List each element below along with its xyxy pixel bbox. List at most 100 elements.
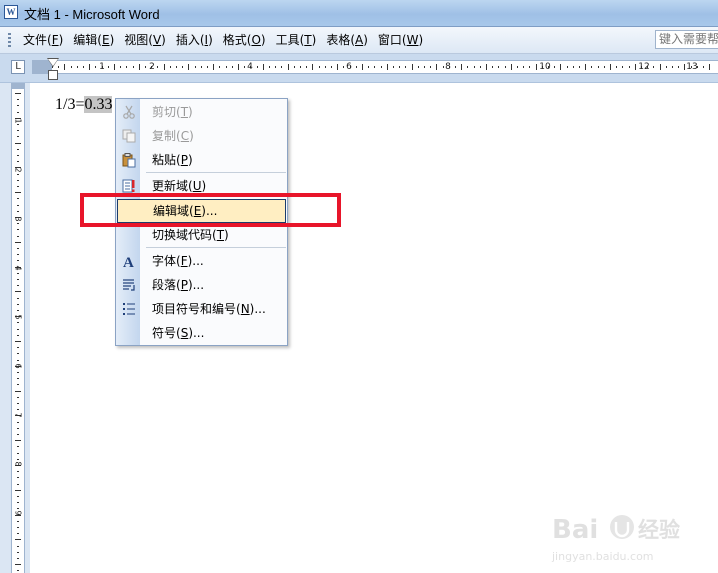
ruler-tick: [678, 66, 680, 68]
ruler-tick: [17, 359, 19, 361]
ruler-tick: [442, 66, 444, 68]
indent-marker-handle[interactable]: [47, 58, 59, 83]
ruler-tick: [15, 341, 21, 342]
menu-view[interactable]: 视图(V): [119, 27, 171, 53]
menu-insert[interactable]: 插入(I): [171, 27, 218, 53]
menu-edit[interactable]: 编辑(E): [68, 27, 119, 53]
ruler-tick: [17, 471, 19, 473]
ruler-tick: [64, 64, 66, 70]
ruler-tick: [15, 192, 21, 194]
ruler-tick: [89, 64, 91, 70]
ruler-tick: [486, 64, 487, 70]
ruler-tick: [684, 64, 686, 70]
ruler-tick: [461, 64, 463, 70]
ruler-tick: [238, 64, 239, 70]
ruler-tick: [17, 347, 19, 349]
ruler-tick: [17, 179, 19, 181]
ruler-tick: [15, 142, 21, 144]
vertical-ruler[interactable]: 1 2 3 4 5 6 7 8 9: [11, 83, 25, 573]
menu-format[interactable]: 格式(O): [218, 27, 271, 53]
menu-item-font[interactable]: A 字体(F)...: [116, 249, 287, 273]
ruler-tick: [293, 66, 295, 68]
ruler-tick: [368, 66, 370, 68]
menu-item-paste[interactable]: 粘贴(P): [116, 148, 287, 172]
ruler-tick: [17, 297, 19, 299]
ruler-number: 2: [149, 62, 155, 72]
ruler-tick: [467, 66, 469, 68]
menu-item-copy[interactable]: 复制(C): [116, 124, 287, 148]
horizontal-ruler[interactable]: 1 2 4 6 8 10 12 13: [32, 60, 718, 74]
ruler-tick: [15, 390, 21, 392]
ruler-tick: [70, 66, 72, 68]
menu-item-bullets-numbering[interactable]: 项目符号和编号(N)...: [116, 297, 287, 321]
ruler-tick: [17, 272, 19, 274]
ruler-tick: [17, 558, 19, 559]
scissors-icon: [123, 105, 135, 119]
ruler-tick: [324, 66, 326, 68]
ruler-tick: [207, 66, 208, 68]
ruler-tick: [17, 248, 19, 249]
ruler-tick: [510, 64, 512, 70]
ruler-tick: [585, 64, 587, 70]
ruler-tick: [492, 66, 494, 68]
ruler-tick: [17, 198, 19, 200]
ruler-tick: [300, 66, 301, 68]
ruler-tick: [17, 533, 19, 535]
menu-file[interactable]: 文件(F): [18, 27, 68, 53]
copy-icon: [122, 129, 136, 143]
ruler-tick: [17, 403, 19, 404]
ruler-tick: [343, 66, 345, 68]
ruler-tick: [17, 186, 19, 187]
ruler-tick: [523, 66, 525, 68]
ruler-tick: [579, 66, 580, 68]
document-text[interactable]: 1/3=0.33: [55, 95, 113, 115]
menu-table[interactable]: 表格(A): [321, 27, 373, 53]
ruler-tick: [504, 66, 506, 68]
ruler-tick: [188, 64, 190, 70]
menu-item-symbol[interactable]: 符号(S)...: [116, 321, 287, 345]
menu-tools[interactable]: 工具(T): [271, 27, 322, 53]
ruler-tick: [616, 66, 618, 68]
ruler-tick: [17, 204, 19, 206]
ruler-tick: [380, 66, 382, 68]
ruler-number: 7: [13, 412, 23, 418]
ruler-tick: [17, 130, 19, 132]
font-icon: A: [123, 255, 134, 269]
ruler-tick: [17, 545, 19, 547]
menu-window[interactable]: 窗口(W): [373, 27, 428, 53]
annotation-highlight-box: [80, 193, 341, 227]
paragraph-icon: [123, 279, 135, 291]
ruler-tick: [256, 66, 258, 68]
ruler-tick: [15, 440, 21, 442]
ruler-tick: [17, 502, 19, 504]
menu-item-paragraph[interactable]: 段落(P)...: [116, 273, 287, 297]
ruler-tick: [634, 64, 636, 70]
ruler-tick: [17, 161, 19, 163]
ruler-tick: [15, 489, 21, 491]
help-search-input[interactable]: 键入需要帮助的问题: [655, 30, 718, 49]
ruler-tick: [107, 66, 109, 68]
menu-item-cut[interactable]: 剪切(T): [116, 100, 287, 124]
ruler-tick: [703, 66, 704, 68]
ruler-tick: [17, 483, 19, 485]
ruler-number: 1: [99, 62, 105, 72]
ruler-tick: [15, 241, 21, 243]
ruler-tick: [17, 427, 19, 429]
svg-text:经验: 经验: [638, 518, 680, 542]
ruler-tick: [17, 409, 19, 411]
ruler-tick: [17, 396, 19, 398]
ruler-tick: [479, 66, 481, 68]
ruler-tick: [659, 64, 661, 70]
toolbar-grip-handle[interactable]: [8, 33, 11, 47]
ruler-tick: [15, 291, 21, 293]
menu-separator: [146, 247, 286, 248]
ruler-tick: [15, 564, 21, 566]
ruler-tick: [17, 99, 19, 101]
ruler-tick: [498, 66, 500, 68]
ruler-tick: [225, 66, 227, 68]
tab-stop-selector[interactable]: L: [11, 60, 25, 74]
ruler-tick: [17, 254, 19, 256]
ruler-number: 6: [346, 62, 352, 72]
ruler-tick: [17, 372, 19, 373]
ruler-tick: [430, 66, 432, 68]
